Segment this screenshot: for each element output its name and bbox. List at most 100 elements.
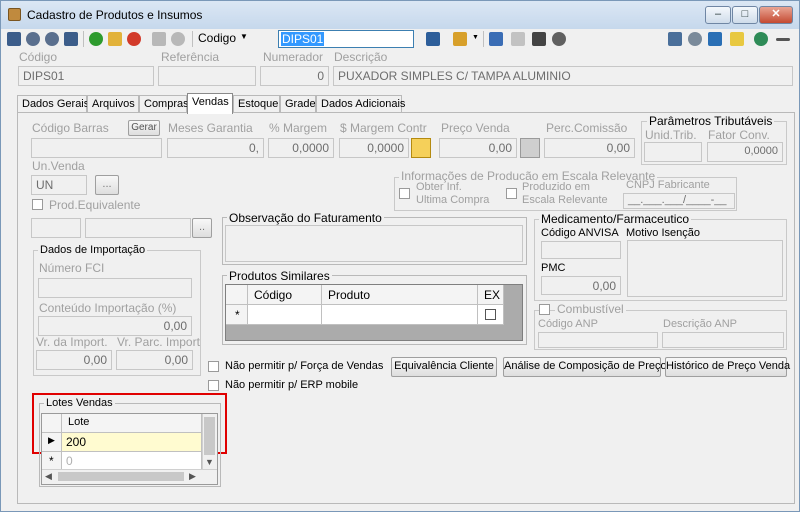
- column-header-produto[interactable]: Produto: [322, 285, 478, 305]
- next-record-icon[interactable]: [45, 32, 59, 46]
- nao-forca-vendas-checkbox[interactable]: [208, 361, 219, 372]
- list-icon[interactable]: [489, 32, 503, 46]
- column-header-codigo[interactable]: Código: [248, 285, 322, 305]
- settings-icon[interactable]: [688, 32, 702, 46]
- numero-fci-field[interactable]: [38, 278, 192, 298]
- conteudo-importacao-field[interactable]: 0,00: [38, 316, 192, 336]
- prod-equivalente-checkbox[interactable]: [32, 199, 43, 210]
- equivalente-code-field[interactable]: [31, 218, 81, 238]
- nao-forca-vendas-label[interactable]: Não permitir p/ Força de Vendas: [225, 360, 383, 372]
- minus-icon[interactable]: [776, 38, 790, 41]
- cnpj-fabricante-field[interactable]: __.___.___/____-__: [623, 193, 735, 209]
- pmc-field[interactable]: 0,00: [541, 276, 621, 295]
- obter-inf-checkbox[interactable]: [399, 188, 410, 199]
- search-field-label[interactable]: Codigo: [198, 31, 236, 45]
- numerador-label: Numerador: [263, 50, 324, 64]
- meses-garantia-field[interactable]: 0,: [167, 138, 264, 158]
- produzido-escala-label[interactable]: Produzido em Escala Relevante: [522, 181, 608, 207]
- lote-cell[interactable]: 200: [62, 433, 202, 452]
- scroll-thumb[interactable]: [58, 472, 184, 481]
- delete-icon[interactable]: [127, 32, 141, 46]
- descricao-label: Descrição: [334, 50, 388, 64]
- margem-contr-field[interactable]: 0,0000: [339, 138, 409, 158]
- equivalente-lookup-button[interactable]: ..: [192, 218, 212, 238]
- table-cell[interactable]: [248, 305, 322, 325]
- produzido-escala-checkbox[interactable]: [506, 188, 517, 199]
- close-button[interactable]: ✕: [759, 6, 793, 24]
- chevron-down-icon[interactable]: ▼: [240, 32, 248, 41]
- margem-pct-field[interactable]: 0,0000: [268, 138, 334, 158]
- ex-checkbox[interactable]: [485, 309, 496, 320]
- codigo-anp-field[interactable]: [538, 332, 658, 348]
- vr-parc-field[interactable]: 0,00: [116, 350, 193, 370]
- codigo-anvisa-field[interactable]: [541, 241, 621, 259]
- tab-dados-adicionais[interactable]: Dados Adicionais: [316, 95, 405, 113]
- codigo-field[interactable]: DIPS01: [18, 66, 154, 86]
- scroll-thumb[interactable]: [204, 417, 215, 455]
- chevron-down-icon[interactable]: ▼: [472, 34, 479, 41]
- perc-comissao-field[interactable]: 0,00: [544, 138, 635, 158]
- tab-compras[interactable]: Compras: [139, 95, 189, 113]
- chevron-right-icon[interactable]: ▶: [189, 471, 196, 482]
- calculator-icon[interactable]: [411, 138, 431, 158]
- numerador-field[interactable]: 0: [260, 66, 329, 86]
- equivalencia-cliente-button[interactable]: Equivalência Cliente: [391, 357, 497, 377]
- calculator-icon[interactable]: [668, 32, 682, 46]
- search-input[interactable]: DIPS01: [278, 30, 414, 48]
- nao-erp-mobile-label[interactable]: Não permitir p/ ERP mobile: [225, 379, 358, 391]
- barcode-icon[interactable]: [532, 32, 546, 46]
- note-icon[interactable]: [730, 32, 744, 46]
- column-header-ex[interactable]: EX: [478, 285, 504, 305]
- un-venda-lookup-button[interactable]: ...: [95, 175, 119, 195]
- chevron-left-icon[interactable]: ◀: [45, 471, 52, 482]
- fator-conv-field[interactable]: 0,0000: [707, 142, 783, 162]
- observacao-field[interactable]: [225, 225, 523, 262]
- combustivel-checkbox[interactable]: [539, 304, 550, 315]
- first-record-icon[interactable]: [7, 32, 21, 46]
- app-icon: [8, 8, 21, 21]
- chart-icon[interactable]: [453, 32, 467, 46]
- tab-vendas[interactable]: Vendas: [187, 93, 233, 114]
- user-icon[interactable]: [754, 32, 768, 46]
- chevron-down-icon[interactable]: ▼: [205, 457, 214, 467]
- tab-arquivos[interactable]: Arquivos: [87, 95, 139, 113]
- historico-preco-button[interactable]: Histórico de Preço Venda: [665, 357, 790, 377]
- table-cell[interactable]: [322, 305, 478, 325]
- un-venda-field[interactable]: UN: [31, 175, 87, 195]
- tools-icon[interactable]: [552, 32, 566, 46]
- maximize-button[interactable]: □: [732, 6, 758, 24]
- vr-import-field[interactable]: 0,00: [36, 350, 112, 370]
- tab-estoque[interactable]: Estoque: [233, 95, 280, 113]
- minimize-button[interactable]: ‒: [705, 6, 731, 24]
- nao-erp-mobile-checkbox[interactable]: [208, 380, 219, 391]
- motivo-isencao-field[interactable]: [627, 240, 783, 297]
- last-record-icon[interactable]: [64, 32, 78, 46]
- obter-inf-label[interactable]: Obter Inf. Ultima Compra: [416, 181, 489, 207]
- grid-icon[interactable]: [520, 138, 540, 158]
- lotes-grid[interactable]: Lote ▶ 200 * 0 ▼ ◀ ▶: [41, 413, 218, 485]
- search-icon[interactable]: [426, 32, 440, 46]
- previous-record-icon[interactable]: [26, 32, 40, 46]
- codigo-barras-field[interactable]: [31, 138, 162, 158]
- tab-grade[interactable]: Grade: [280, 95, 316, 113]
- descricao-field[interactable]: PUXADOR SIMPLES C/ TAMPA ALUMINIO: [333, 66, 793, 86]
- add-icon[interactable]: [89, 32, 103, 46]
- preco-venda-field[interactable]: 0,00: [439, 138, 517, 158]
- edit-icon[interactable]: [108, 32, 122, 46]
- similares-grid[interactable]: Código Produto EX *: [225, 284, 523, 341]
- window-icon[interactable]: [708, 32, 722, 46]
- tab-dados-gerais[interactable]: Dados Gerais: [17, 95, 89, 113]
- descricao-anp-field[interactable]: [662, 332, 784, 348]
- cnpj-fabricante-label: CNPJ Fabricante: [626, 179, 710, 191]
- undo-icon[interactable]: [171, 32, 185, 46]
- document-icon[interactable]: [511, 32, 525, 46]
- prod-equivalente-label[interactable]: Prod.Equivalente: [49, 198, 140, 212]
- referencia-field[interactable]: [158, 66, 256, 86]
- combustivel-label[interactable]: Combustível: [555, 302, 626, 316]
- analise-composicao-button[interactable]: Análise de Composição de Preço: [503, 357, 667, 377]
- unid-trib-field[interactable]: [644, 142, 702, 162]
- gerar-button[interactable]: Gerar: [128, 120, 160, 136]
- column-header-lote[interactable]: Lote: [62, 414, 202, 433]
- equivalente-desc-field[interactable]: [85, 218, 191, 238]
- save-icon[interactable]: [152, 32, 166, 46]
